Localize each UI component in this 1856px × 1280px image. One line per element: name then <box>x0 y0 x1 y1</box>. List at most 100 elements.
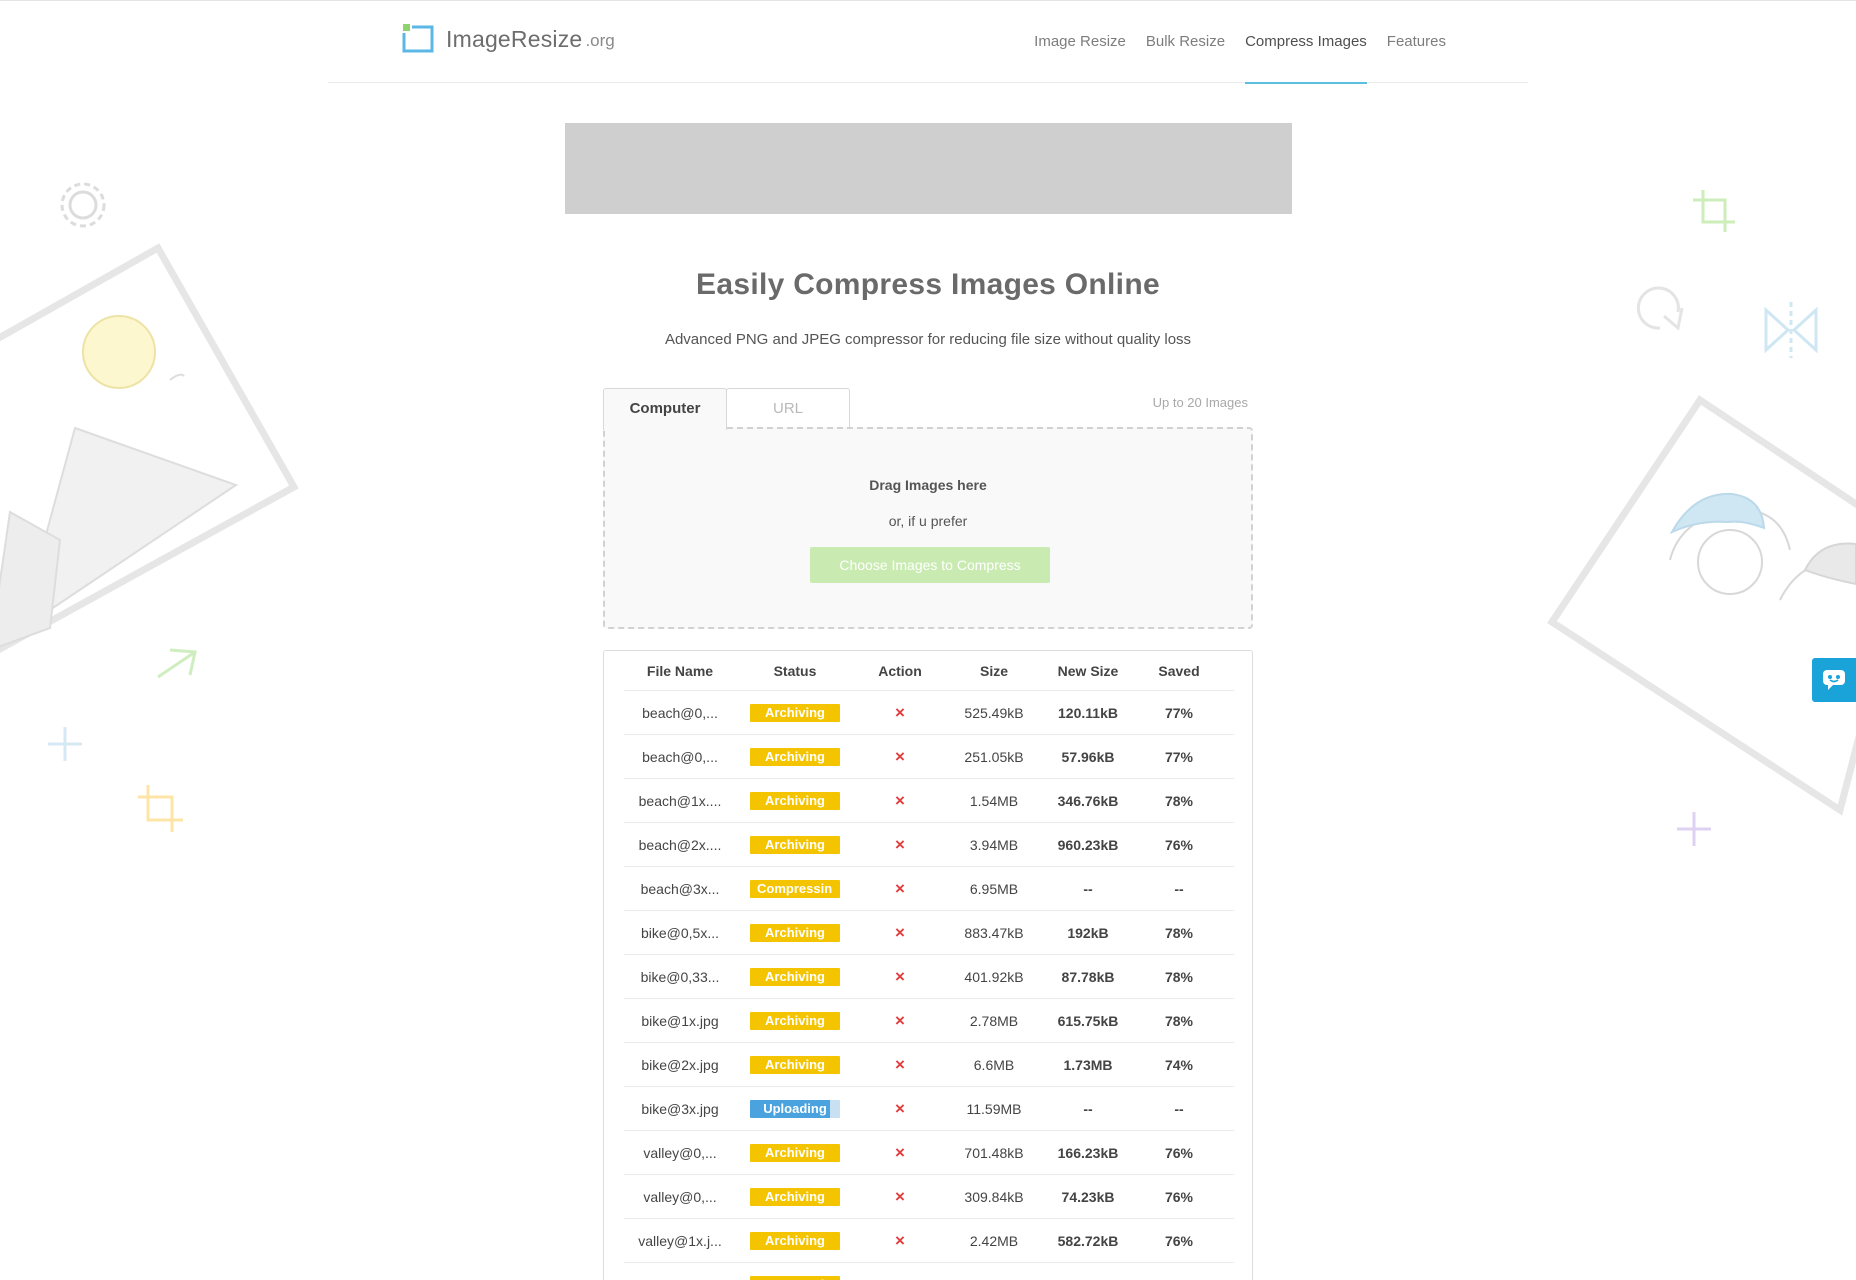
saved-percent: 77% <box>1164 748 1194 765</box>
tab-computer[interactable]: Computer <box>603 388 727 430</box>
new-size: 1.73MB <box>1063 1056 1113 1073</box>
status-badge: Archiving <box>750 747 840 766</box>
new-size: 582.72kB <box>1057 1232 1119 1249</box>
table-row: bike@3x.jpg Uploading × 11.59MB -- -- <box>624 1087 1234 1131</box>
new-size: 57.96kB <box>1061 748 1115 765</box>
file-name: beach@2x.... <box>638 836 722 853</box>
status-badge: Archiving <box>750 1231 840 1250</box>
file-name: beach@1x.... <box>638 792 722 809</box>
action-cell: × <box>854 1131 946 1174</box>
sun-shape <box>82 315 156 389</box>
tab-url[interactable]: URL <box>726 388 850 430</box>
saved-percent: -- <box>1174 880 1184 897</box>
new-size: 166.23kB <box>1057 1144 1119 1161</box>
status-badge: Archiving <box>750 791 840 810</box>
close-icon[interactable]: × <box>895 924 905 941</box>
action-cell: × <box>854 1263 946 1280</box>
original-size: 2.42MB <box>969 1232 1019 1249</box>
saved-percent: 76% <box>1164 1188 1194 1205</box>
close-icon[interactable]: × <box>895 1144 905 1161</box>
logo[interactable]: ImageResize .org <box>402 23 615 55</box>
status-badge: Archiving <box>750 1055 840 1074</box>
new-size: 74.23kB <box>1061 1188 1115 1205</box>
original-size: 251.05kB <box>964 748 1024 765</box>
close-icon[interactable]: × <box>895 748 905 765</box>
file-name: bike@3x.jpg <box>641 1100 719 1117</box>
people-photo-illustration <box>1547 395 1856 816</box>
status-cell: Archiving <box>736 735 854 778</box>
drop-zone[interactable]: Drag Images here or, if u prefer Choose … <box>603 427 1253 629</box>
status-badge: Uploading <box>750 1099 840 1118</box>
close-icon[interactable]: × <box>895 792 905 809</box>
saved-percent: 78% <box>1164 968 1194 985</box>
table-row: beach@3x... Compressin × 6.95MB -- -- <box>624 867 1234 911</box>
results-table: File Name Status Action Size New Size Sa… <box>603 650 1253 1280</box>
status-cell: Archiving <box>736 1043 854 1086</box>
crop-icon <box>1693 190 1735 232</box>
action-cell: × <box>854 691 946 734</box>
close-icon[interactable]: × <box>895 704 905 721</box>
status-badge: Archiving <box>750 1143 840 1162</box>
original-size: 401.92kB <box>964 968 1024 985</box>
background-illustration-left <box>0 182 299 832</box>
status-badge: Archiving <box>750 703 840 722</box>
file-name: valley@0,... <box>643 1144 717 1161</box>
status-badge: Compressin <box>750 1275 840 1280</box>
status-cell: Uploading <box>736 1087 854 1130</box>
nav-compress-images[interactable]: Compress Images <box>1245 1 1367 84</box>
file-name: bike@2x.jpg <box>641 1056 719 1073</box>
nav-features[interactable]: Features <box>1387 1 1446 83</box>
new-size: 615.75kB <box>1057 1012 1119 1029</box>
logo-tld: .org <box>585 31 615 50</box>
status-cell: Archiving <box>736 1219 854 1262</box>
close-icon[interactable]: × <box>895 1100 905 1117</box>
new-size: -- <box>1083 880 1093 897</box>
action-cell: × <box>854 955 946 998</box>
image-limit-note: Up to 20 Images <box>1152 395 1248 410</box>
header-new-size: New Size <box>1057 662 1119 679</box>
main-nav: Image Resize Bulk Resize Compress Images… <box>1014 1 1446 84</box>
status-cell: Archiving <box>736 1175 854 1218</box>
status-cell: Archiving <box>736 779 854 822</box>
new-size: 192kB <box>1067 924 1109 941</box>
file-name: bike@1x.jpg <box>641 1012 719 1029</box>
file-name: valley@0,... <box>643 1188 717 1205</box>
table-row: beach@2x.... Archiving × 3.94MB 960.23kB 76% <box>624 823 1234 867</box>
table-row: bike@0,33... Archiving × 401.92kB 87.78kB 78% <box>624 955 1234 999</box>
saved-percent: 76% <box>1164 1232 1194 1249</box>
saved-percent: 78% <box>1164 792 1194 809</box>
original-size: 883.47kB <box>964 924 1024 941</box>
nav-image-resize[interactable]: Image Resize <box>1034 1 1126 83</box>
saved-percent: 76% <box>1164 836 1194 853</box>
site-header: ImageResize .org Image Resize Bulk Resiz… <box>328 1 1528 84</box>
close-icon[interactable]: × <box>895 836 905 853</box>
close-icon[interactable]: × <box>895 1276 905 1280</box>
original-size: 525.49kB <box>964 704 1024 721</box>
close-icon[interactable]: × <box>895 1232 905 1249</box>
resize-frame-icon <box>402 23 434 55</box>
new-size: 87.78kB <box>1061 968 1115 985</box>
header-size: Size <box>979 662 1008 679</box>
nav-bulk-resize[interactable]: Bulk Resize <box>1146 1 1225 83</box>
drop-zone-or: or, if u prefer <box>888 513 968 529</box>
close-icon[interactable]: × <box>895 1188 905 1205</box>
close-icon[interactable]: × <box>895 968 905 985</box>
flip-icon <box>1764 302 1818 358</box>
chat-widget-button[interactable] <box>1812 658 1856 702</box>
plus-icon <box>48 727 82 761</box>
status-cell: Archiving <box>736 1131 854 1174</box>
original-size: 309.84kB <box>964 1188 1024 1205</box>
drop-zone-title: Drag Images here <box>869 477 987 493</box>
gear-icon <box>60 182 106 228</box>
status-cell: Archiving <box>736 999 854 1042</box>
close-icon[interactable]: × <box>895 1056 905 1073</box>
action-cell: × <box>854 911 946 954</box>
crop-icon <box>138 785 183 832</box>
close-icon[interactable]: × <box>895 880 905 897</box>
new-size: 346.76kB <box>1057 792 1119 809</box>
action-cell: × <box>854 999 946 1042</box>
chat-bubble-icon <box>1823 670 1845 690</box>
action-cell: × <box>854 823 946 866</box>
choose-images-button[interactable]: Choose Images to Compress <box>810 547 1050 583</box>
close-icon[interactable]: × <box>895 1012 905 1029</box>
